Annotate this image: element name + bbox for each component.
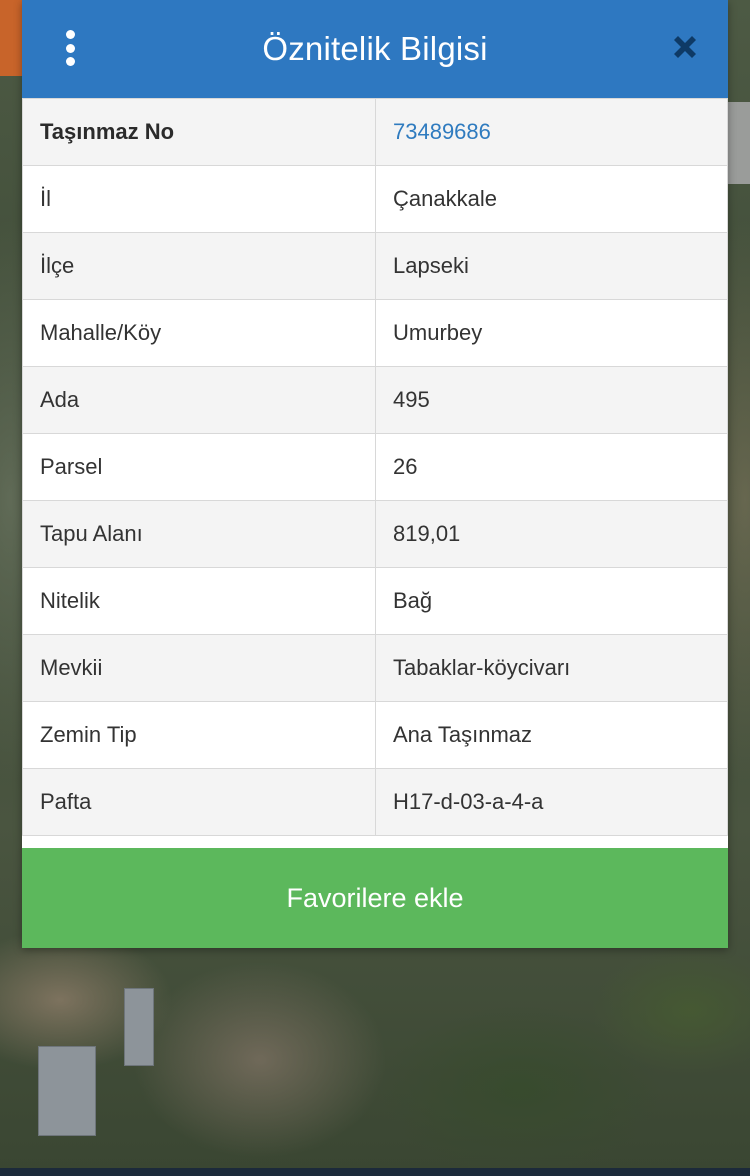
attribute-key: Mevkii bbox=[22, 634, 376, 702]
map-side-tab bbox=[728, 102, 750, 184]
vertical-ellipsis-icon bbox=[65, 57, 75, 66]
attribute-table: Taşınmaz No 73489686 İl Çanakkale İlçe Lapsek… bbox=[22, 98, 728, 836]
attribute-value: Çanakkale bbox=[375, 165, 728, 233]
close-icon bbox=[674, 36, 696, 58]
attribute-key: Pafta bbox=[22, 768, 376, 836]
add-to-favorites-button[interactable]: Favorilere ekle bbox=[22, 848, 728, 948]
attribute-key: Ada bbox=[22, 366, 376, 434]
attribute-key: Mahalle/Köy bbox=[22, 299, 376, 367]
attribute-row: Zemin Tip Ana Taşınmaz bbox=[22, 701, 728, 769]
map-building bbox=[38, 1046, 96, 1136]
attribute-row: Mahalle/Köy Umurbey bbox=[22, 299, 728, 367]
attribute-row: Parsel 26 bbox=[22, 433, 728, 501]
attribute-key: Zemin Tip bbox=[22, 701, 376, 769]
attribute-value: Ana Taşınmaz bbox=[375, 701, 728, 769]
parcel-number-link[interactable]: 73489686 bbox=[375, 98, 728, 166]
attribute-info-modal: Öznitelik Bilgisi Taşınmaz No 73489686 İl Ç… bbox=[22, 0, 728, 948]
map-overlay-strip bbox=[0, 0, 22, 76]
attribute-key: Tapu Alanı bbox=[22, 500, 376, 568]
attribute-row: Mevkii Tabaklar-köycivarı bbox=[22, 634, 728, 702]
vertical-ellipsis-icon bbox=[65, 30, 75, 39]
modal-header: Öznitelik Bilgisi bbox=[22, 0, 728, 98]
attribute-value: Lapseki bbox=[375, 232, 728, 300]
close-button[interactable] bbox=[668, 30, 702, 64]
attribute-row: Ada 495 bbox=[22, 366, 728, 434]
attribute-row: Pafta H17-d-03-a-4-a bbox=[22, 768, 728, 836]
map-bottom-bar bbox=[0, 1168, 750, 1176]
modal-title: Öznitelik Bilgisi bbox=[262, 30, 488, 67]
vertical-ellipsis-icon bbox=[65, 43, 75, 53]
menu-button[interactable] bbox=[58, 30, 82, 66]
attribute-row: İlçe Lapseki bbox=[22, 232, 728, 300]
attribute-key: Nitelik bbox=[22, 567, 376, 635]
attribute-value: 26 bbox=[375, 433, 728, 501]
attribute-value: H17-d-03-a-4-a bbox=[375, 768, 728, 836]
attribute-key: İlçe bbox=[22, 232, 376, 300]
attribute-row: Taşınmaz No 73489686 bbox=[22, 98, 728, 166]
attribute-row: İl Çanakkale bbox=[22, 165, 728, 233]
attribute-value: Tabaklar-köycivarı bbox=[375, 634, 728, 702]
attribute-value: Bağ bbox=[375, 567, 728, 635]
attribute-key: Taşınmaz No bbox=[22, 98, 376, 166]
attribute-value: 819,01 bbox=[375, 500, 728, 568]
attribute-key: İl bbox=[22, 165, 376, 233]
map-building bbox=[124, 988, 154, 1066]
attribute-row: Nitelik Bağ bbox=[22, 567, 728, 635]
attribute-row: Tapu Alanı 819,01 bbox=[22, 500, 728, 568]
attribute-value: 495 bbox=[375, 366, 728, 434]
attribute-value: Umurbey bbox=[375, 299, 728, 367]
attribute-key: Parsel bbox=[22, 433, 376, 501]
